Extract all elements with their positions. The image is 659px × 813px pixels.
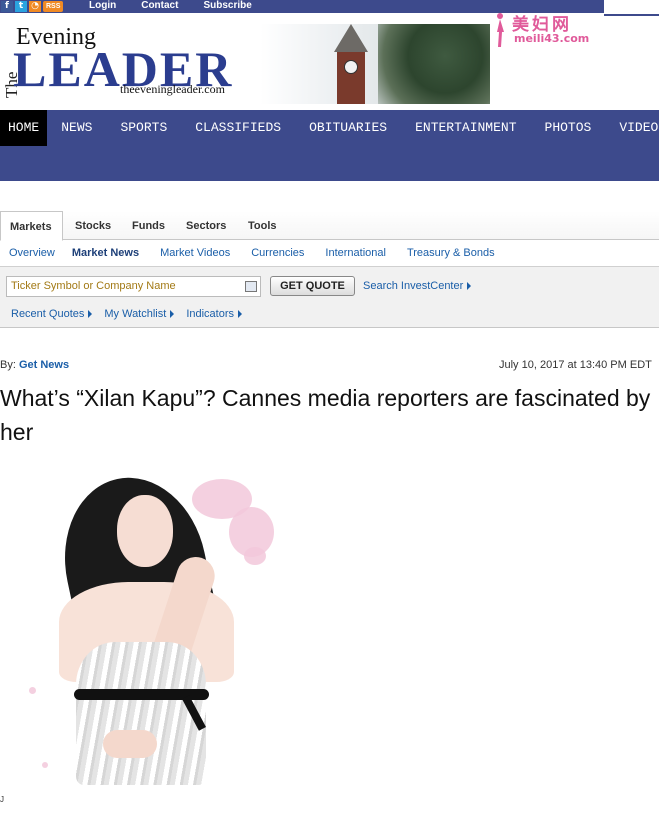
tab-stocks[interactable]: Stocks bbox=[75, 211, 111, 240]
quote-box: Ticker Symbol or Company Name GET QUOTE … bbox=[0, 266, 659, 328]
social-links: f t ◔ RSS bbox=[1, 1, 64, 12]
author-link[interactable]: Get News bbox=[19, 359, 69, 371]
nav-entertainment[interactable]: ENTERTAINMENT bbox=[401, 110, 530, 146]
subscribe-link[interactable]: Subscribe bbox=[203, 0, 251, 13]
article-byline: By: Get News bbox=[0, 359, 69, 371]
investcenter-label: Search InvestCenter bbox=[363, 280, 464, 292]
triangle-right-icon bbox=[238, 310, 243, 319]
nav-classifieds[interactable]: CLASSIFIEDS bbox=[181, 110, 295, 146]
tab-sectors[interactable]: Sectors bbox=[186, 211, 226, 240]
symbol-lookup-icon[interactable] bbox=[245, 281, 257, 292]
tab-tools[interactable]: Tools bbox=[248, 211, 277, 240]
dress-shape bbox=[76, 642, 206, 785]
nav-news[interactable]: NEWS bbox=[47, 110, 106, 146]
watermark-logo: 美妇网 meili43.com bbox=[492, 10, 612, 52]
masthead-url: theeveningleader.com bbox=[120, 82, 225, 96]
article-date: July 10, 2017 at 13:40 PM EDT bbox=[499, 359, 652, 371]
blossom-decoration bbox=[244, 547, 266, 565]
trees-image bbox=[378, 24, 490, 104]
nav-home[interactable]: HOME bbox=[0, 110, 48, 146]
search-investcenter-link[interactable]: Search InvestCenter bbox=[363, 280, 472, 292]
watermark-url: meili43.com bbox=[514, 32, 590, 45]
subtab-currencies[interactable]: Currencies bbox=[251, 241, 304, 266]
markets-subtabs: Overview Market News Market Videos Curre… bbox=[0, 241, 659, 266]
blossom-decoration bbox=[42, 762, 48, 768]
nav-photos[interactable]: PHOTOS bbox=[531, 110, 606, 146]
subtab-treasury-bonds[interactable]: Treasury & Bonds bbox=[407, 241, 495, 266]
triangle-right-icon bbox=[170, 310, 175, 319]
hand-shape bbox=[103, 730, 157, 758]
login-link[interactable]: Login bbox=[89, 0, 116, 13]
nav-sports[interactable]: SPORTS bbox=[106, 110, 181, 146]
quick-links: Recent Quotes My Watchlist Indicators bbox=[11, 308, 254, 320]
top-right-strip bbox=[604, 0, 659, 16]
my-watchlist-link[interactable]: My Watchlist bbox=[104, 308, 175, 320]
recent-quotes-link[interactable]: Recent Quotes bbox=[11, 308, 93, 320]
tab-funds[interactable]: Funds bbox=[132, 211, 165, 240]
tab-markets[interactable]: Markets bbox=[0, 211, 63, 241]
triangle-right-icon bbox=[467, 282, 472, 291]
footer-mark: J bbox=[0, 795, 4, 804]
nav-videos[interactable]: VIDEOS bbox=[605, 110, 659, 146]
subtab-market-news[interactable]: Market News bbox=[72, 241, 139, 266]
clock-tower-image bbox=[260, 24, 490, 104]
main-nav: HOME NEWS SPORTS CLASSIFIEDS OBITUARIES … bbox=[0, 110, 659, 146]
tower-spire bbox=[334, 24, 368, 52]
masthead[interactable]: The Evening LEADER theeveningleader.com bbox=[0, 16, 500, 104]
nav-obituaries[interactable]: OBITUARIES bbox=[295, 110, 401, 146]
by-label: By: bbox=[0, 359, 16, 371]
facebook-icon[interactable]: f bbox=[1, 1, 13, 12]
my-watchlist-label: My Watchlist bbox=[104, 308, 167, 320]
woman-silhouette-icon bbox=[497, 13, 504, 47]
indicators-link[interactable]: Indicators bbox=[186, 308, 243, 320]
subtab-overview[interactable]: Overview bbox=[9, 241, 55, 266]
article-headline: What’s “Xilan Kapu”? Cannes media report… bbox=[0, 385, 651, 445]
indicators-label: Indicators bbox=[186, 308, 235, 320]
triangle-right-icon bbox=[88, 310, 93, 319]
clock-icon bbox=[344, 60, 358, 74]
twitter-icon[interactable]: t bbox=[15, 1, 27, 12]
get-quote-button[interactable]: GET QUOTE bbox=[270, 276, 355, 296]
rss-icon[interactable]: ◔ bbox=[29, 1, 41, 12]
nav-sub-band bbox=[0, 146, 659, 181]
blossom-decoration bbox=[29, 687, 36, 694]
article-photo bbox=[4, 477, 274, 785]
recent-quotes-label: Recent Quotes bbox=[11, 308, 85, 320]
subtab-market-videos[interactable]: Market Videos bbox=[160, 241, 230, 266]
contact-link[interactable]: Contact bbox=[141, 0, 178, 13]
markets-tab-bar: Markets Stocks Funds Sectors Tools bbox=[0, 211, 659, 241]
face-shape bbox=[117, 495, 173, 567]
rss-label[interactable]: RSS bbox=[43, 1, 64, 12]
subtab-international[interactable]: International bbox=[325, 241, 386, 266]
ticker-search-input[interactable]: Ticker Symbol or Company Name bbox=[6, 276, 261, 297]
top-links: Login Contact Subscribe bbox=[89, 0, 277, 13]
